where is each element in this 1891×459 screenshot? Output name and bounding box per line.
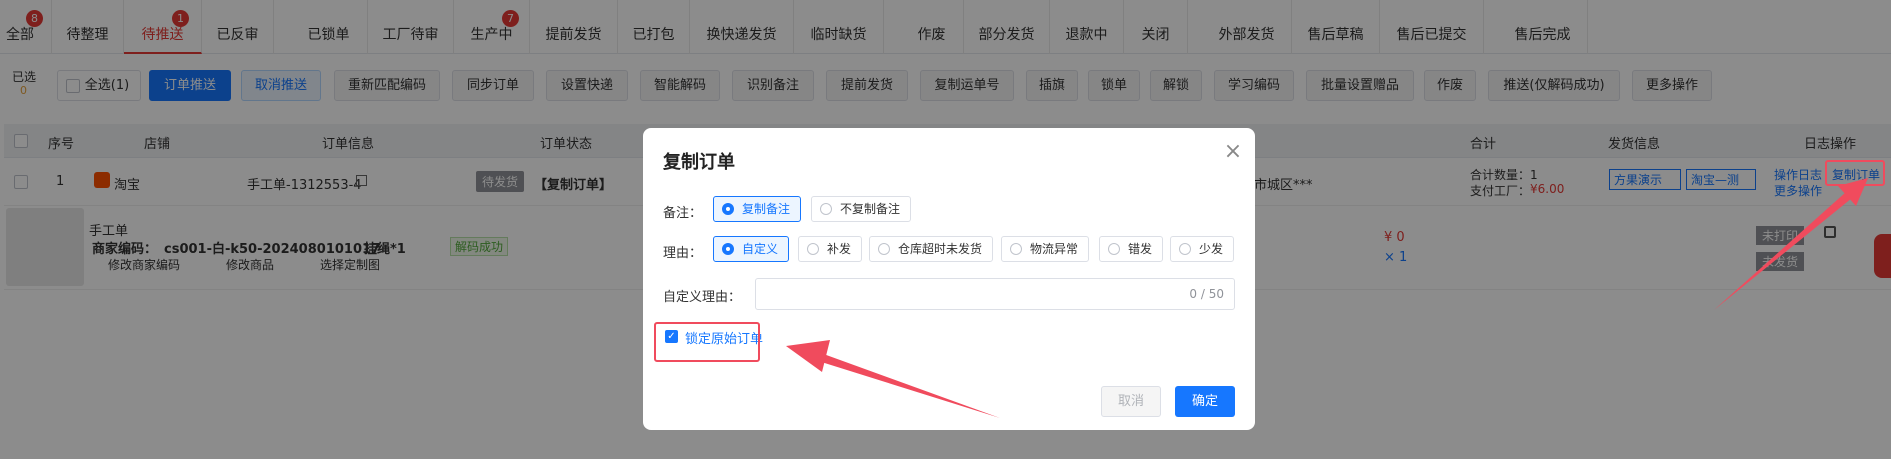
annotation-arrows: [786, 178, 1868, 418]
arrow-to-lock-order: [786, 340, 1000, 418]
arrow-to-copy-order: [1714, 178, 1868, 310]
